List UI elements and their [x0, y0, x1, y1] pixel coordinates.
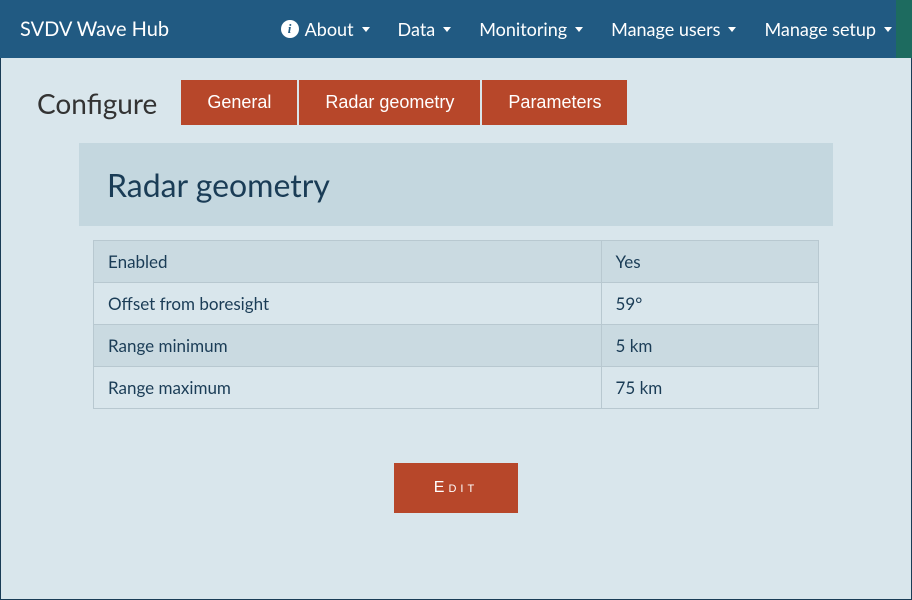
header-row: Configure General Radar geometry Paramet…: [1, 58, 911, 143]
prop-label: Offset from boresight: [94, 283, 602, 325]
chevron-down-icon: [362, 27, 370, 32]
brand[interactable]: SVDV Wave Hub: [20, 17, 169, 41]
panel: Radar geometry Enabled Yes Offset from b…: [79, 143, 833, 537]
prop-label: Range minimum: [94, 325, 602, 367]
table-row: Offset from boresight 59°: [94, 283, 819, 325]
navbar: SVDV Wave Hub i About Data Monitoring Ma…: [0, 0, 912, 58]
table-row: Range minimum 5 km: [94, 325, 819, 367]
edit-button[interactable]: Edit: [394, 463, 518, 513]
prop-value: 75 km: [601, 367, 819, 409]
prop-value: 5 km: [601, 325, 819, 367]
right-edge-decor: [896, 0, 912, 58]
nav-about[interactable]: i About: [281, 18, 370, 40]
tab-parameters[interactable]: Parameters: [482, 80, 627, 125]
nav-label: Manage users: [611, 18, 720, 40]
nav-manage-users[interactable]: Manage users: [611, 18, 736, 40]
chevron-down-icon: [884, 27, 892, 32]
panel-footer: Edit: [79, 439, 833, 537]
content: Configure General Radar geometry Paramet…: [0, 58, 912, 600]
chevron-down-icon: [575, 27, 583, 32]
nav-label: About: [305, 18, 354, 40]
panel-title: Radar geometry: [107, 165, 805, 204]
nav-items: i About Data Monitoring Manage users Man…: [281, 18, 892, 40]
nav-label: Manage setup: [764, 18, 876, 40]
info-icon: i: [281, 20, 299, 38]
nav-data[interactable]: Data: [398, 18, 452, 40]
table-row: Range maximum 75 km: [94, 367, 819, 409]
page-title: Configure: [37, 86, 157, 120]
prop-value: 59°: [601, 283, 819, 325]
nav-manage-setup[interactable]: Manage setup: [764, 18, 892, 40]
table-row: Enabled Yes: [94, 241, 819, 283]
nav-monitoring[interactable]: Monitoring: [479, 18, 583, 40]
nav-label: Data: [398, 18, 436, 40]
properties-table: Enabled Yes Offset from boresight 59° Ra…: [93, 240, 819, 409]
prop-label: Enabled: [94, 241, 602, 283]
tab-radar-geometry[interactable]: Radar geometry: [299, 80, 480, 125]
panel-body: Enabled Yes Offset from boresight 59° Ra…: [79, 226, 833, 439]
prop-label: Range maximum: [94, 367, 602, 409]
prop-value: Yes: [601, 241, 819, 283]
tab-general[interactable]: General: [181, 80, 297, 125]
chevron-down-icon: [728, 27, 736, 32]
chevron-down-icon: [443, 27, 451, 32]
tabs: General Radar geometry Parameters: [181, 80, 627, 125]
nav-label: Monitoring: [479, 18, 567, 40]
panel-header: Radar geometry: [79, 143, 833, 226]
